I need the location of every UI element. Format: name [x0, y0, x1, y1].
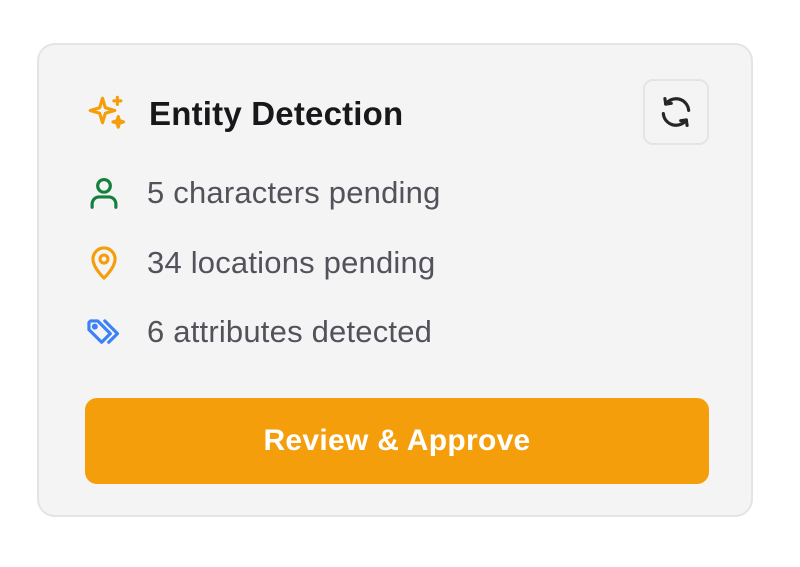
sparkles-icon: [85, 93, 127, 135]
map-pin-icon: [85, 244, 123, 282]
user-icon: [85, 174, 123, 212]
entity-detection-card: Entity Detection 5 characters pending 34…: [37, 43, 753, 517]
refresh-icon: [657, 93, 695, 131]
card-header: Entity Detection: [85, 93, 403, 135]
stat-locations: 34 locations pending: [85, 244, 435, 282]
stat-attributes-label: 6 attributes detected: [147, 314, 433, 349]
stat-characters-label: 5 characters pending: [147, 175, 441, 210]
refresh-button[interactable]: [643, 79, 709, 145]
stat-attributes: 6 attributes detected: [85, 313, 432, 351]
card-title: Entity Detection: [149, 95, 404, 132]
review-approve-button[interactable]: Review & Approve: [85, 398, 709, 484]
tags-icon: [85, 313, 123, 351]
stat-characters: 5 characters pending: [85, 174, 441, 212]
stat-locations-label: 34 locations pending: [147, 245, 436, 280]
